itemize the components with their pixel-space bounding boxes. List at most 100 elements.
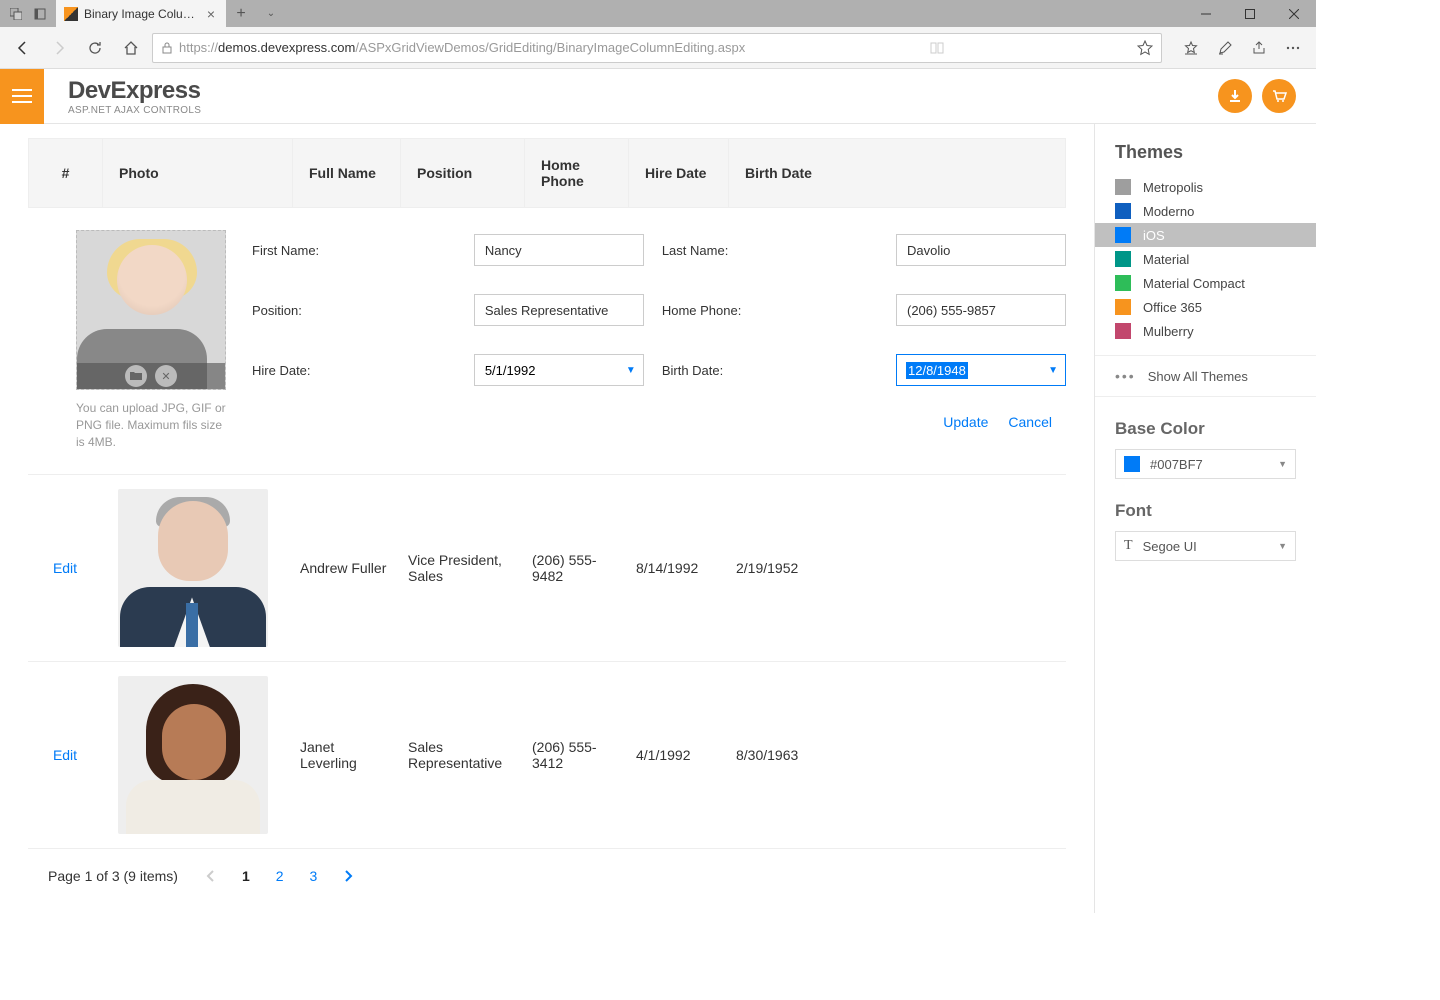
row-photo bbox=[118, 676, 268, 834]
pager-page-1[interactable]: 1 bbox=[236, 868, 256, 884]
birth-date-input[interactable]: 12/8/1948 ▼ bbox=[896, 354, 1066, 386]
theme-label: Moderno bbox=[1143, 204, 1194, 219]
col-num[interactable]: # bbox=[29, 139, 103, 207]
cell-position: Sales Representative bbox=[400, 739, 524, 771]
cell-phone: (206) 555-3412 bbox=[524, 739, 628, 771]
url-text: https://demos.devexpress.com/ASPxGridVie… bbox=[179, 40, 745, 55]
theme-item[interactable]: Moderno bbox=[1095, 199, 1316, 223]
brand: DevExpress ASP.NET AJAX CONTROLS bbox=[68, 77, 201, 116]
theme-item[interactable]: Material Compact bbox=[1095, 271, 1316, 295]
chevron-down-icon: ▼ bbox=[1278, 541, 1287, 551]
cancel-button[interactable]: Cancel bbox=[1008, 414, 1052, 430]
label-position: Position: bbox=[252, 294, 456, 326]
address-bar: https://demos.devexpress.com/ASPxGridVie… bbox=[0, 27, 1316, 69]
refresh-button[interactable] bbox=[80, 33, 110, 63]
row-photo bbox=[118, 489, 268, 647]
theme-label: Material bbox=[1143, 252, 1189, 267]
pager-page-3[interactable]: 3 bbox=[304, 868, 324, 884]
theme-swatch-icon bbox=[1115, 179, 1131, 195]
position-input[interactable] bbox=[474, 294, 644, 326]
pager-page-2[interactable]: 2 bbox=[270, 868, 290, 884]
more-icon[interactable] bbox=[1278, 33, 1308, 63]
window-minimize-button[interactable] bbox=[1184, 0, 1228, 27]
window-close-button[interactable] bbox=[1272, 0, 1316, 27]
label-last-name: Last Name: bbox=[662, 234, 878, 266]
font-combo[interactable]: T Segoe UI ▼ bbox=[1115, 531, 1296, 561]
first-name-input[interactable] bbox=[474, 234, 644, 266]
base-color-combo[interactable]: #007BF7 ▼ bbox=[1115, 449, 1296, 479]
theme-item[interactable]: Mulberry bbox=[1095, 319, 1316, 343]
home-phone-input[interactable] bbox=[896, 294, 1066, 326]
col-birth[interactable]: Birth Date bbox=[729, 139, 1065, 207]
theme-label: Office 365 bbox=[1143, 300, 1202, 315]
theme-item[interactable]: Office 365 bbox=[1095, 295, 1316, 319]
notes-icon[interactable] bbox=[1210, 33, 1240, 63]
pager-next-button[interactable] bbox=[337, 865, 359, 887]
col-name[interactable]: Full Name bbox=[293, 139, 401, 207]
clear-photo-icon[interactable]: ✕ bbox=[155, 365, 177, 387]
edit-link[interactable]: Edit bbox=[53, 560, 77, 576]
label-home-phone: Home Phone: bbox=[662, 294, 878, 326]
label-first-name: First Name: bbox=[252, 234, 456, 266]
theme-item[interactable]: Metropolis bbox=[1095, 175, 1316, 199]
menu-button[interactable] bbox=[0, 69, 44, 124]
cell-birth: 2/19/1952 bbox=[728, 560, 1066, 576]
edit-link[interactable]: Edit bbox=[53, 747, 77, 763]
favorite-icon[interactable] bbox=[1137, 40, 1153, 56]
col-phone[interactable]: Home Phone bbox=[525, 139, 629, 207]
tab-aside-icon[interactable] bbox=[28, 0, 52, 27]
download-button[interactable] bbox=[1218, 79, 1252, 113]
window-maximize-button[interactable] bbox=[1228, 0, 1272, 27]
home-button[interactable] bbox=[116, 33, 146, 63]
theme-label: Mulberry bbox=[1143, 324, 1194, 339]
theme-swatch-icon bbox=[1115, 275, 1131, 291]
label-hire-date: Hire Date: bbox=[252, 354, 456, 386]
upload-hint: You can upload JPG, GIF or PNG file. Max… bbox=[76, 400, 226, 450]
grid-header: # Photo Full Name Position Home Phone Hi… bbox=[28, 138, 1066, 208]
theme-label: Material Compact bbox=[1143, 276, 1245, 291]
back-button[interactable] bbox=[8, 33, 38, 63]
cell-hire: 8/14/1992 bbox=[628, 560, 728, 576]
hire-date-input[interactable]: ▼ bbox=[474, 354, 644, 386]
reading-view-icon[interactable] bbox=[930, 41, 944, 55]
theme-swatch-icon bbox=[1115, 251, 1131, 267]
last-name-input[interactable] bbox=[896, 234, 1066, 266]
lock-icon bbox=[161, 42, 173, 54]
theme-swatch-icon bbox=[1115, 323, 1131, 339]
label-birth-date: Birth Date: bbox=[662, 354, 878, 386]
tab-title: Binary Image Column E bbox=[84, 7, 198, 21]
new-tab-button[interactable]: + bbox=[226, 0, 256, 27]
theme-item[interactable]: Material bbox=[1095, 247, 1316, 271]
browser-chrome: Binary Image Column E × + ⌄ bbox=[0, 0, 1316, 69]
sidebar: Themes Metropolis Moderno iOS Material Mater… bbox=[1094, 124, 1316, 913]
photo-preview[interactable]: ✕ bbox=[76, 230, 226, 390]
theme-label: Metropolis bbox=[1143, 180, 1203, 195]
themes-heading: Themes bbox=[1095, 142, 1316, 175]
tab-close-icon[interactable]: × bbox=[204, 6, 218, 22]
browser-tab[interactable]: Binary Image Column E × bbox=[56, 0, 226, 27]
pager-prev-button[interactable] bbox=[200, 865, 222, 887]
url-input[interactable]: https://demos.devexpress.com/ASPxGridVie… bbox=[152, 33, 1162, 63]
theme-swatch-icon bbox=[1115, 299, 1131, 315]
edit-form-fields: First Name: Last Name: Position: Home Ph… bbox=[252, 230, 1066, 450]
col-position[interactable]: Position bbox=[401, 139, 525, 207]
cell-name: Janet Leverling bbox=[292, 739, 400, 771]
share-icon[interactable] bbox=[1244, 33, 1274, 63]
col-hire[interactable]: Hire Date bbox=[629, 139, 729, 207]
update-button[interactable]: Update bbox=[943, 414, 988, 430]
cart-button[interactable] bbox=[1262, 79, 1296, 113]
color-swatch-icon bbox=[1124, 456, 1140, 472]
theme-item[interactable]: iOS bbox=[1095, 223, 1316, 247]
base-color-heading: Base Color bbox=[1115, 419, 1296, 439]
tab-actions-icon[interactable] bbox=[4, 0, 28, 27]
forward-button[interactable] bbox=[44, 33, 74, 63]
show-all-themes[interactable]: ••• Show All Themes bbox=[1095, 355, 1316, 397]
tabs-menu-icon[interactable]: ⌄ bbox=[256, 0, 286, 27]
col-photo[interactable]: Photo bbox=[103, 139, 293, 207]
open-file-icon[interactable] bbox=[125, 365, 147, 387]
cell-hire: 4/1/1992 bbox=[628, 747, 728, 763]
cell-phone: (206) 555-9482 bbox=[524, 552, 628, 584]
grid-row: Edit Andrew Fuller Vice President, Sales… bbox=[28, 475, 1066, 662]
favorites-hub-icon[interactable] bbox=[1176, 33, 1206, 63]
favicon-icon bbox=[64, 7, 78, 21]
